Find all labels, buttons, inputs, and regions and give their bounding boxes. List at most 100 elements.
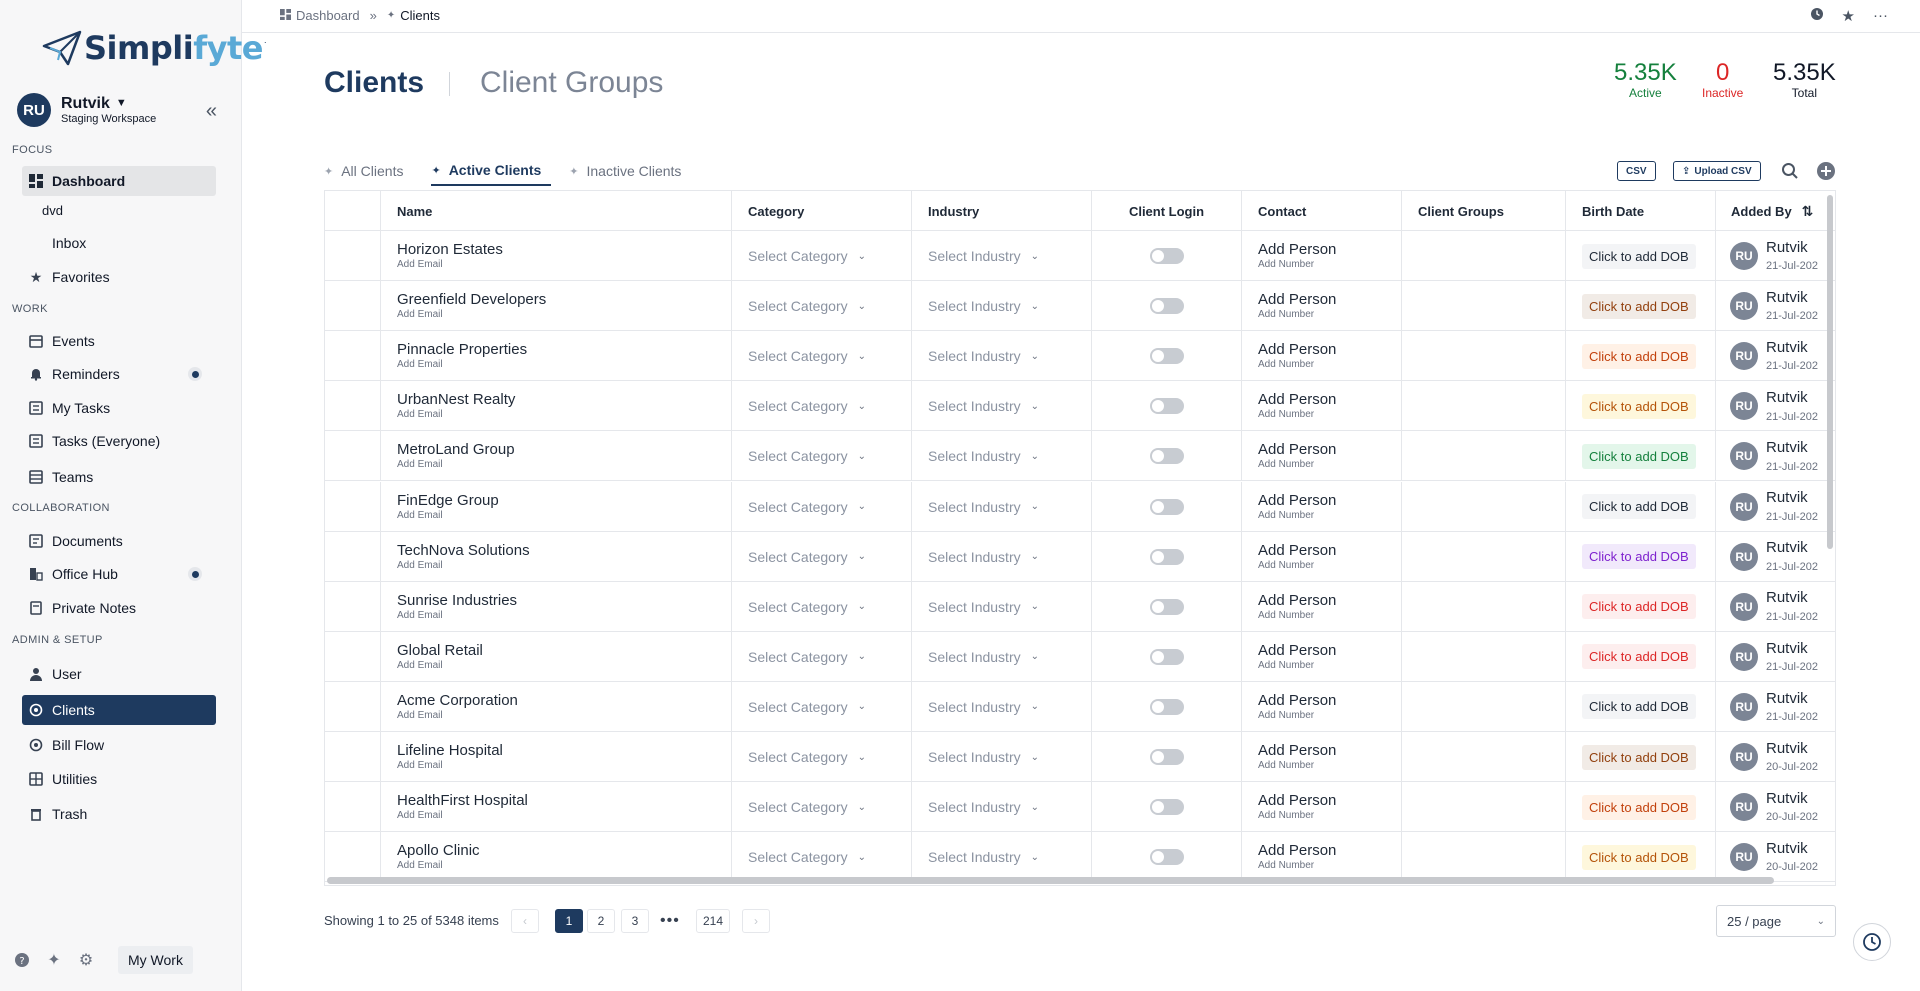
add-dob-button[interactable]: Click to add DOB	[1582, 844, 1696, 870]
row-select-cell[interactable]	[325, 782, 381, 833]
industry-select[interactable]: Select Industry ⌄	[928, 248, 1091, 264]
add-email-link[interactable]: Add Email	[397, 259, 731, 271]
client-groups-cell[interactable]	[1402, 732, 1566, 782]
search-icon[interactable]	[1779, 160, 1801, 182]
client-name-cell[interactable]: Apollo Clinic Add Email	[381, 832, 732, 883]
add-person-link[interactable]: Add Person	[1258, 241, 1401, 259]
tab-all-clients[interactable]: ✦ All Clients	[324, 156, 413, 186]
page-size-select[interactable]: 25 / page ⌄	[1716, 905, 1836, 937]
category-select[interactable]: Select Category ⌄	[748, 649, 911, 665]
next-page-button[interactable]: ›	[742, 909, 770, 933]
sidebar-item-utilities[interactable]: Utilities	[22, 764, 216, 794]
client-name[interactable]: Horizon Estates	[397, 241, 731, 259]
client-groups-cell[interactable]	[1402, 782, 1566, 833]
client-name[interactable]: Global Retail	[397, 642, 731, 660]
sort-icon[interactable]: ⇅	[1802, 203, 1814, 220]
industry-select[interactable]: Select Industry ⌄	[928, 398, 1091, 414]
column-header-added-by[interactable]: Added By ⇅	[1716, 191, 1826, 231]
favorite-star-icon[interactable]: ★	[1842, 7, 1855, 25]
client-name-cell[interactable]: HealthFirst Hospital Add Email	[381, 782, 732, 833]
add-person-link[interactable]: Add Person	[1258, 792, 1401, 810]
client-login-toggle[interactable]	[1149, 448, 1184, 465]
add-email-link[interactable]: Add Email	[397, 309, 731, 321]
integrations-icon[interactable]: ✦	[44, 950, 64, 970]
row-select-cell[interactable]	[325, 481, 381, 532]
horizontal-scrollbar[interactable]	[327, 877, 1774, 884]
client-name-cell[interactable]: Sunrise Industries Add Email	[381, 581, 732, 632]
history-clock-icon[interactable]	[1810, 7, 1824, 25]
add-number-link[interactable]: Add Number	[1258, 710, 1401, 722]
add-number-link[interactable]: Add Number	[1258, 610, 1401, 622]
client-name[interactable]: Lifeline Hospital	[397, 742, 731, 760]
row-select-cell[interactable]	[325, 732, 381, 782]
category-select[interactable]: Select Category ⌄	[748, 699, 911, 715]
help-icon[interactable]: ?	[12, 950, 32, 970]
add-number-link[interactable]: Add Number	[1258, 359, 1401, 371]
add-email-link[interactable]: Add Email	[397, 510, 731, 522]
category-select[interactable]: Select Category ⌄	[748, 549, 911, 565]
table-row[interactable]: HealthFirst Hospital Add Email Select Cate…	[325, 782, 1835, 833]
industry-select[interactable]: Select Industry ⌄	[928, 448, 1091, 464]
add-dob-button[interactable]: Click to add DOB	[1582, 494, 1696, 519]
column-header-client-login[interactable]: Client Login	[1092, 191, 1242, 231]
industry-select[interactable]: Select Industry ⌄	[928, 298, 1091, 314]
table-row[interactable]: Apollo Clinic Add Email Select Category ⌄ Se…	[325, 832, 1835, 883]
page-1-button[interactable]: 1	[555, 909, 583, 933]
client-name[interactable]: UrbanNest Realty	[397, 391, 731, 409]
row-select-cell[interactable]	[325, 531, 381, 582]
client-groups-cell[interactable]	[1402, 231, 1566, 281]
add-person-link[interactable]: Add Person	[1258, 542, 1401, 560]
sidebar-item-office-hub[interactable]: Office Hub	[22, 559, 216, 589]
sidebar-item-user[interactable]: User	[22, 659, 216, 689]
table-row[interactable]: UrbanNest Realty Add Email Select Category…	[325, 381, 1835, 432]
category-select[interactable]: Select Category ⌄	[748, 298, 911, 314]
industry-select[interactable]: Select Industry ⌄	[928, 849, 1091, 865]
page-title[interactable]: Clients	[324, 66, 424, 100]
client-login-toggle[interactable]	[1149, 348, 1184, 365]
sidebar-item-teams[interactable]: Teams	[22, 462, 216, 492]
industry-select[interactable]: Select Industry ⌄	[928, 499, 1091, 515]
client-groups-cell[interactable]	[1402, 631, 1566, 682]
client-name[interactable]: HealthFirst Hospital	[397, 792, 731, 810]
client-login-toggle[interactable]	[1149, 849, 1184, 866]
sidebar-item-my-tasks[interactable]: My Tasks	[22, 393, 216, 423]
category-select[interactable]: Select Category ⌄	[748, 348, 911, 364]
client-login-toggle[interactable]	[1149, 648, 1184, 665]
add-person-link[interactable]: Add Person	[1258, 592, 1401, 610]
page-last-button[interactable]: 214	[696, 909, 731, 933]
column-header-industry[interactable]: Industry	[912, 191, 1092, 231]
sidebar-item-clients[interactable]: Clients	[22, 695, 216, 725]
client-name-cell[interactable]: UrbanNest Realty Add Email	[381, 381, 732, 432]
client-groups-cell[interactable]	[1402, 531, 1566, 582]
client-name-cell[interactable]: Acme Corporation Add Email	[381, 681, 732, 732]
category-select[interactable]: Select Category ⌄	[748, 849, 911, 865]
client-groups-cell[interactable]	[1402, 331, 1566, 382]
row-select-cell[interactable]	[325, 331, 381, 382]
client-groups-cell[interactable]	[1402, 581, 1566, 632]
client-groups-cell[interactable]	[1402, 281, 1566, 332]
breadcrumb-dashboard[interactable]: Dashboard	[296, 8, 360, 23]
add-email-link[interactable]: Add Email	[397, 810, 731, 822]
row-select-cell[interactable]	[325, 581, 381, 632]
add-email-link[interactable]: Add Email	[397, 760, 731, 772]
sidebar-item-documents[interactable]: Documents	[22, 526, 216, 556]
row-select-cell[interactable]	[325, 381, 381, 432]
industry-select[interactable]: Select Industry ⌄	[928, 799, 1091, 815]
workspace-switcher[interactable]: RU Rutvik ▼ Staging Workspace	[17, 92, 227, 128]
add-client-icon[interactable]	[1815, 160, 1837, 182]
add-dob-button[interactable]: Click to add DOB	[1582, 644, 1696, 670]
client-name-cell[interactable]: Pinnacle Properties Add Email	[381, 331, 732, 382]
column-header-birth-date[interactable]: Birth Date	[1566, 191, 1716, 231]
more-pages-icon[interactable]: •••	[660, 912, 680, 930]
client-name-cell[interactable]: MetroLand Group Add Email	[381, 431, 732, 482]
sidebar-item-tasks-everyone[interactable]: Tasks (Everyone)	[22, 426, 216, 456]
client-groups-cell[interactable]	[1402, 431, 1566, 482]
category-select[interactable]: Select Category ⌄	[748, 799, 911, 815]
client-groups-cell[interactable]	[1402, 381, 1566, 432]
add-person-link[interactable]: Add Person	[1258, 742, 1401, 760]
category-select[interactable]: Select Category ⌄	[748, 599, 911, 615]
add-number-link[interactable]: Add Number	[1258, 459, 1401, 471]
add-person-link[interactable]: Add Person	[1258, 291, 1401, 309]
industry-select[interactable]: Select Industry ⌄	[928, 699, 1091, 715]
client-name-cell[interactable]: Greenfield Developers Add Email	[381, 281, 732, 332]
